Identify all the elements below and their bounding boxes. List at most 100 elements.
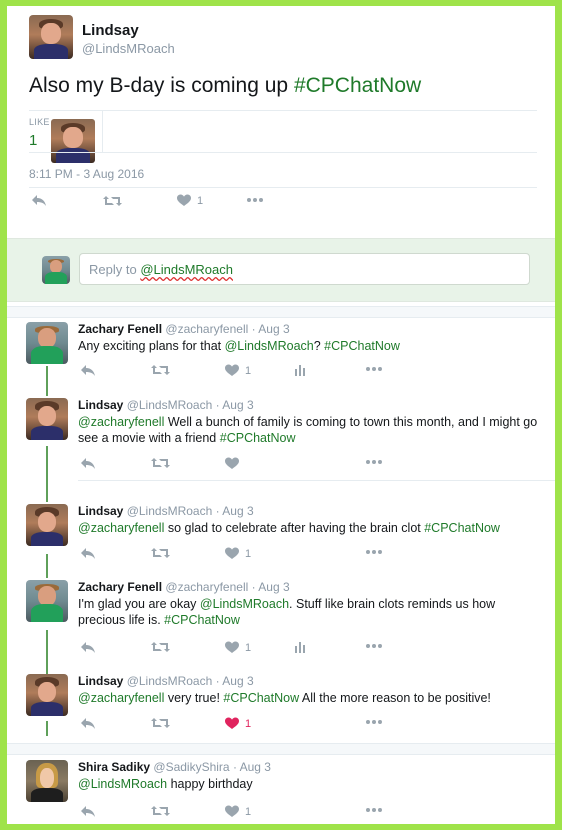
reply-button[interactable] xyxy=(80,457,96,470)
author-name[interactable]: Lindsay xyxy=(78,398,123,412)
reply-button[interactable] xyxy=(80,805,96,818)
retweet-icon xyxy=(151,641,170,653)
author-name[interactable]: Zachary Fenell xyxy=(78,322,162,336)
likes-count[interactable]: 1 xyxy=(29,132,37,149)
hashtag-link[interactable]: #CPChatNow xyxy=(324,339,400,353)
avatar[interactable] xyxy=(26,398,68,440)
reply-date[interactable]: Aug 3 xyxy=(240,760,271,774)
avatar[interactable] xyxy=(29,15,73,59)
like-button[interactable]: 1 xyxy=(225,641,251,654)
author-name[interactable]: Lindsay xyxy=(78,504,123,518)
more-button[interactable] xyxy=(365,457,383,467)
author-handle[interactable]: @zacharyfenell xyxy=(165,322,248,336)
retweet-button[interactable] xyxy=(151,805,170,817)
hashtag-link[interactable]: #CPChatNow xyxy=(424,521,500,535)
more-button[interactable] xyxy=(365,641,383,651)
reply-button[interactable] xyxy=(80,547,96,560)
like-button[interactable] xyxy=(225,457,239,470)
reply-text-segment: happy birthday xyxy=(167,777,253,791)
conversation-frame: Lindsay @LindsMRoach Also my B-day is co… xyxy=(7,6,555,824)
heart-icon xyxy=(225,717,239,730)
heart-icon xyxy=(225,641,239,654)
more-button[interactable] xyxy=(365,547,383,557)
divider xyxy=(102,110,103,152)
heart-icon xyxy=(225,805,239,818)
like-count: 1 xyxy=(245,547,252,560)
avatar[interactable] xyxy=(26,504,68,546)
author-handle[interactable]: @LindsMRoach xyxy=(127,398,213,412)
reply-text: @zacharyfenell so glad to celebrate afte… xyxy=(78,520,538,536)
main-tweet: Lindsay @LindsMRoach Also my B-day is co… xyxy=(7,6,555,238)
tweet-stats: LIKE 1 xyxy=(29,110,537,163)
mention-link[interactable]: @LindsMRoach xyxy=(200,597,289,611)
more-button[interactable] xyxy=(246,195,264,205)
author-name[interactable]: Zachary Fenell xyxy=(78,580,162,594)
more-icon xyxy=(365,547,383,557)
reply-button[interactable] xyxy=(31,194,47,207)
retweet-icon xyxy=(103,196,122,206)
author-handle[interactable]: @zacharyfenell xyxy=(165,580,248,594)
reply-header: Lindsay @LindsMRoach · Aug 3 xyxy=(78,398,254,412)
hashtag-link[interactable]: #CPChatNow xyxy=(223,691,299,705)
reply-icon xyxy=(80,641,96,654)
separator: · xyxy=(212,398,223,412)
reply-date[interactable]: Aug 3 xyxy=(222,398,253,412)
avatar[interactable] xyxy=(26,760,68,802)
tweet-text: Also my B-day is coming up #CPChatNow xyxy=(29,74,421,98)
reply-button[interactable] xyxy=(80,641,96,654)
thread-connector xyxy=(46,366,48,396)
avatar[interactable] xyxy=(26,580,68,622)
author-name[interactable]: Lindsay xyxy=(82,22,139,39)
mention-link[interactable]: @LindsMRoach xyxy=(225,339,314,353)
retweet-button[interactable] xyxy=(151,457,170,469)
like-button[interactable]: 1 xyxy=(225,805,251,818)
reply-icon xyxy=(80,717,96,730)
reply-text-segment: so glad to celebrate after having the br… xyxy=(164,521,425,535)
mention-link[interactable]: @zacharyfenell xyxy=(78,691,164,705)
retweet-button[interactable] xyxy=(151,641,170,653)
reply-date[interactable]: Aug 3 xyxy=(258,580,289,594)
reply-text-segment: I'm glad you are okay xyxy=(78,597,200,611)
analytics-button[interactable] xyxy=(294,364,306,376)
reply-header: Zachary Fenell @zacharyfenell · Aug 3 xyxy=(78,322,290,336)
mention-link[interactable]: @zacharyfenell xyxy=(78,415,164,429)
author-handle[interactable]: @SadikyShira xyxy=(153,760,229,774)
author-name[interactable]: Lindsay xyxy=(78,674,123,688)
group-divider xyxy=(7,306,555,318)
author-handle[interactable]: @LindsMRoach xyxy=(127,674,213,688)
retweet-button[interactable] xyxy=(103,195,122,207)
avatar[interactable] xyxy=(26,674,68,716)
retweet-button[interactable] xyxy=(151,547,170,559)
analytics-button[interactable] xyxy=(294,641,306,653)
reply-date[interactable]: Aug 3 xyxy=(222,674,253,688)
reply-icon xyxy=(80,805,96,818)
retweet-button[interactable] xyxy=(151,717,170,729)
like-button[interactable]: 1 xyxy=(225,717,251,730)
more-icon xyxy=(365,641,383,651)
more-button[interactable] xyxy=(365,364,383,374)
hashtag-link[interactable]: #CPChatNow xyxy=(220,431,296,445)
like-button[interactable]: 1 xyxy=(225,364,251,377)
reply-input[interactable]: Reply to @LindsMRoach xyxy=(79,253,530,285)
hashtag-link[interactable]: #CPChatNow xyxy=(294,74,421,97)
like-button[interactable]: 1 xyxy=(225,547,251,560)
avatar[interactable] xyxy=(26,322,68,364)
like-count: 1 xyxy=(245,805,252,818)
like-button[interactable]: 1 xyxy=(177,194,203,207)
tweet-timestamp[interactable]: 8:11 PM - 3 Aug 2016 xyxy=(29,167,144,181)
more-button[interactable] xyxy=(365,805,383,815)
hashtag-link[interactable]: #CPChatNow xyxy=(164,613,240,627)
liker-avatar[interactable] xyxy=(51,119,95,163)
separator: · xyxy=(248,322,259,336)
author-name[interactable]: Shira Sadiky xyxy=(78,760,150,774)
mention-link[interactable]: @zacharyfenell xyxy=(78,521,164,535)
author-handle[interactable]: @LindsMRoach xyxy=(82,41,175,56)
reply-date[interactable]: Aug 3 xyxy=(258,322,289,336)
reply-button[interactable] xyxy=(80,364,96,377)
reply-date[interactable]: Aug 3 xyxy=(222,504,253,518)
author-handle[interactable]: @LindsMRoach xyxy=(127,504,213,518)
mention-link[interactable]: @LindsMRoach xyxy=(78,777,167,791)
reply-button[interactable] xyxy=(80,717,96,730)
retweet-button[interactable] xyxy=(151,364,170,376)
more-button[interactable] xyxy=(365,717,383,727)
